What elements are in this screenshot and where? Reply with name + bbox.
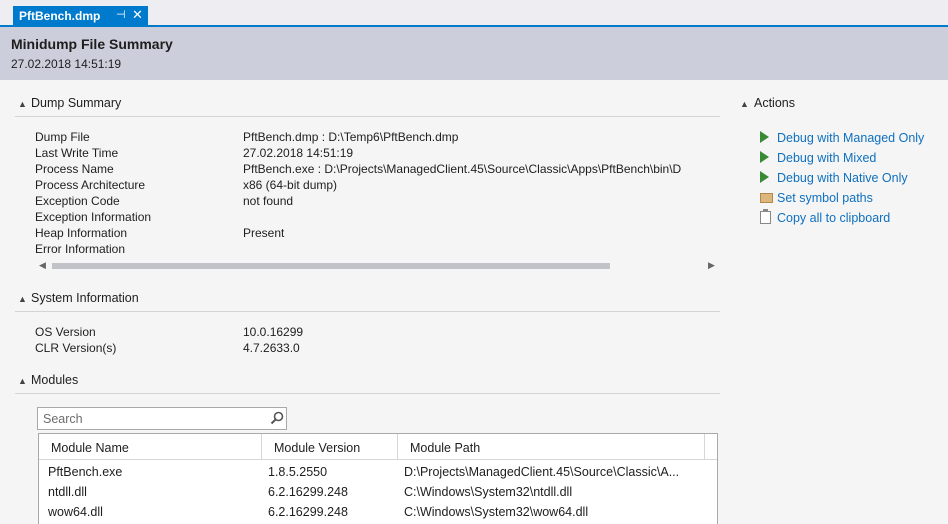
section-title: Dump Summary — [31, 96, 122, 110]
module-name-cell: PftBench.exe — [48, 465, 123, 479]
dump-summary-header[interactable]: ▲ Dump Summary — [18, 96, 121, 112]
property-label: Process Name — [35, 162, 114, 176]
action-link-copy-all-to-clipboard[interactable]: Copy all to clipboard — [760, 209, 891, 229]
module-name-cell: ntdll.dll — [48, 485, 87, 499]
search-input[interactable] — [38, 408, 263, 429]
scroll-left-icon[interactable]: ◀ — [39, 260, 46, 271]
property-label: Exception Information — [35, 210, 152, 224]
collapse-arrow-icon[interactable]: ▲ — [18, 294, 31, 304]
property-label: Heap Information — [35, 226, 128, 240]
play-icon — [760, 171, 777, 185]
play-icon — [760, 151, 777, 165]
module-name-cell: wow64.dll — [48, 505, 103, 519]
system-info-header[interactable]: ▲ System Information — [18, 291, 139, 307]
module-path-cell: C:\Windows\System32\ntdll.dll — [404, 485, 573, 499]
module-path-cell: C:\Windows\System32\wow64.dll — [404, 505, 589, 519]
property-label: Error Information — [35, 242, 126, 256]
collapse-arrow-icon[interactable]: ▲ — [18, 376, 31, 386]
action-label: Set symbol paths — [777, 191, 873, 205]
property-value: 10.0.16299 — [243, 325, 304, 339]
property-label: Last Write Time — [35, 146, 119, 160]
action-label: Debug with Mixed — [777, 151, 877, 165]
section-title: System Information — [31, 291, 139, 305]
modules-header[interactable]: ▲ Modules — [18, 373, 78, 389]
action-label: Copy all to clipboard — [777, 211, 891, 225]
collapse-arrow-icon[interactable]: ▲ — [18, 99, 31, 109]
search-icon[interactable] — [270, 411, 284, 425]
property-label: Exception Code — [35, 194, 120, 208]
table-row[interactable]: ntdll.dll 6.2.16299.248 C:\Windows\System3… — [39, 482, 717, 502]
table-row[interactable]: wow64.dll 6.2.16299.248 C:\Windows\System3… — [39, 502, 717, 522]
property-value: PftBench.dmp : D:\Temp6\PftBench.dmp — [243, 130, 459, 144]
table-row[interactable]: PftBench.exe 1.8.5.2550 D:\Projects\Manage… — [39, 462, 717, 482]
property-value: PftBench.exe : D:\Projects\ManagedClient… — [243, 162, 682, 176]
property-value: x86 (64-bit dump) — [243, 178, 338, 192]
modules-table: Module Name Module Version Module Path P… — [38, 433, 718, 524]
property-label: OS Version — [35, 325, 96, 339]
action-link-debug-with-managed-only[interactable]: Debug with Managed Only — [760, 131, 924, 149]
scroll-thumb[interactable] — [52, 263, 610, 269]
table-header: Module Name Module Version Module Path — [39, 434, 717, 460]
scroll-right-icon[interactable]: ▶ — [708, 260, 715, 271]
actions-header[interactable]: ▲ Actions — [740, 96, 795, 110]
property-value: 27.02.2018 14:51:19 — [243, 146, 354, 160]
clipboard-icon — [760, 209, 777, 225]
play-icon — [760, 131, 777, 145]
action-label: Debug with Native Only — [777, 171, 908, 185]
section-title: Actions — [754, 96, 795, 110]
section-title: Modules — [31, 373, 79, 387]
divider — [15, 116, 720, 117]
action-link-debug-with-native-only[interactable]: Debug with Native Only — [760, 171, 908, 189]
column-header-module-version[interactable]: Module Version — [262, 434, 398, 460]
collapse-arrow-icon[interactable]: ▲ — [740, 99, 754, 109]
property-value: not found — [243, 194, 294, 208]
column-header-module-name[interactable]: Module Name — [39, 434, 262, 460]
column-header-module-path[interactable]: Module Path — [398, 434, 705, 460]
property-value: Present — [243, 226, 285, 240]
action-link-set-symbol-paths[interactable]: Set symbol paths — [760, 191, 873, 209]
divider — [15, 311, 720, 312]
module-version-cell: 6.2.16299.248 — [268, 485, 348, 499]
module-path-cell: D:\Projects\ManagedClient.45\Source\Clas… — [404, 465, 680, 479]
property-label: CLR Version(s) — [35, 341, 117, 355]
property-label: Dump File — [35, 130, 90, 144]
horizontal-scrollbar[interactable]: ◀ ▶ — [35, 258, 720, 274]
property-label: Process Architecture — [35, 178, 146, 192]
action-label: Debug with Managed Only — [777, 131, 925, 145]
divider — [15, 393, 720, 394]
property-value: 4.7.2633.0 — [243, 341, 300, 355]
module-search-box — [37, 407, 287, 430]
module-version-cell: 1.8.5.2550 — [268, 465, 328, 479]
folder-icon — [760, 191, 777, 205]
action-link-debug-with-mixed[interactable]: Debug with Mixed — [760, 151, 876, 169]
main-panel: ▲ Dump Summary Dump File PftBench.dmp : D:… — [0, 0, 723, 524]
module-version-cell: 6.2.16299.248 — [268, 505, 348, 519]
